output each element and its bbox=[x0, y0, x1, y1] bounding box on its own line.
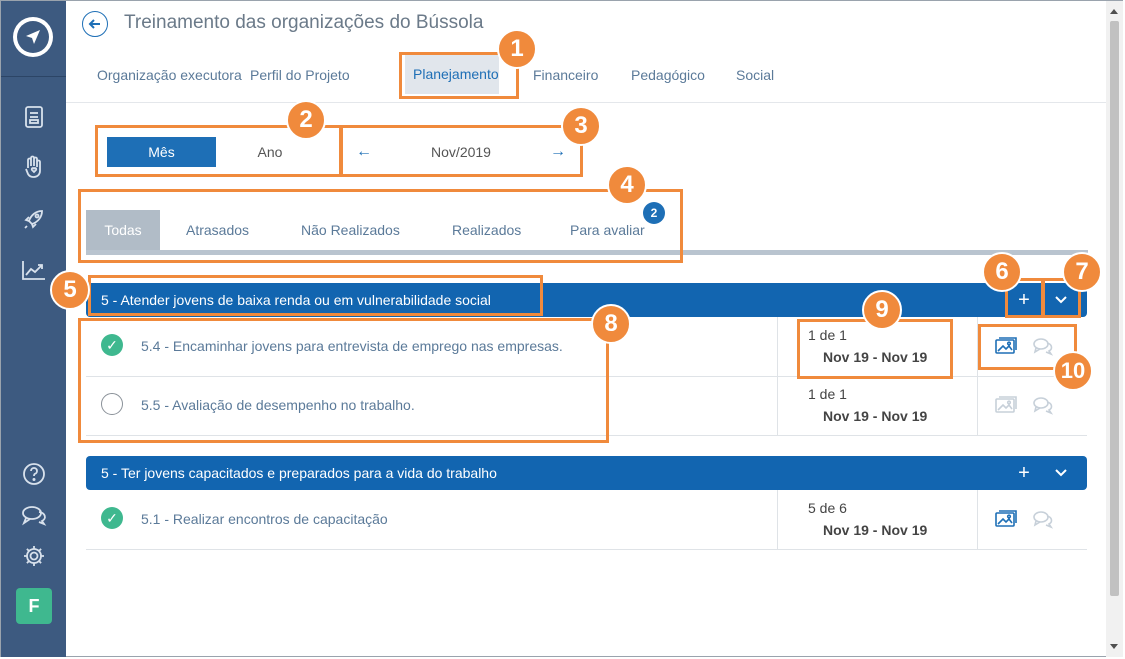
annotation-number: 8 bbox=[591, 304, 631, 344]
nav-tabs: Organização executora Perfil do Projeto … bbox=[66, 50, 1106, 103]
task-count: 5 de 6 bbox=[808, 500, 847, 516]
task-label[interactable]: 5.1 - Realizar encontros de capacitação bbox=[141, 511, 388, 527]
scroll-down-arrow-icon[interactable] bbox=[1110, 644, 1118, 649]
task-date-range: Nov 19 - Nov 19 bbox=[823, 408, 928, 424]
task-done-check-icon[interactable]: ✓ bbox=[101, 507, 123, 529]
rocket-icon[interactable] bbox=[21, 206, 47, 232]
task-row[interactable]: ✓ 5.1 - Realizar encontros de capacitaçã… bbox=[86, 490, 1087, 550]
annotation-number: 4 bbox=[607, 165, 647, 205]
task-count: 1 de 1 bbox=[808, 386, 847, 402]
scroll-thumb[interactable] bbox=[1110, 21, 1119, 596]
sidebar: F bbox=[1, 1, 66, 657]
tab-social[interactable]: Social bbox=[736, 67, 774, 83]
task-date-range: Nov 19 - Nov 19 bbox=[823, 522, 928, 538]
image-gallery-icon[interactable] bbox=[995, 508, 1017, 530]
tab-financeiro[interactable]: Financeiro bbox=[533, 67, 598, 83]
gear-icon[interactable] bbox=[21, 543, 47, 569]
expand-chevron-down-icon[interactable] bbox=[1043, 456, 1079, 490]
comment-icon[interactable] bbox=[1032, 394, 1054, 416]
annotation-number: 1 bbox=[497, 29, 537, 69]
goal-title: 5 - Ter jovens capacitados e preparados … bbox=[101, 465, 497, 481]
annotation-number: 10 bbox=[1053, 351, 1093, 391]
annotation-number: 7 bbox=[1062, 252, 1102, 292]
annotation-box bbox=[88, 275, 543, 316]
tab-pedagogico[interactable]: Pedagógico bbox=[631, 67, 705, 83]
avatar[interactable]: F bbox=[16, 588, 52, 624]
annotation-number: 5 bbox=[50, 270, 90, 310]
chat-icon[interactable] bbox=[21, 502, 47, 528]
annotation-number: 2 bbox=[286, 100, 326, 140]
chart-line-icon[interactable] bbox=[21, 257, 47, 283]
back-button[interactable] bbox=[82, 11, 108, 37]
annotation-number: 3 bbox=[561, 106, 601, 146]
compass-logo-icon[interactable] bbox=[13, 17, 53, 57]
tab-perfil-do-projeto[interactable]: Perfil do Projeto bbox=[250, 67, 350, 83]
help-icon[interactable] bbox=[21, 461, 47, 487]
annotation-box bbox=[78, 318, 609, 443]
add-task-plus-icon[interactable]: + bbox=[1006, 456, 1042, 490]
annotation-number: 9 bbox=[862, 290, 902, 330]
image-gallery-icon[interactable] bbox=[995, 394, 1017, 416]
scroll-up-arrow-icon[interactable] bbox=[1110, 9, 1118, 14]
annotation-number: 6 bbox=[982, 252, 1022, 292]
comment-icon[interactable] bbox=[1032, 508, 1054, 530]
page-title: Treinamento das organizações do Bússola bbox=[124, 12, 484, 33]
scrollbar[interactable] bbox=[1106, 1, 1123, 657]
tab-organizacao-executora[interactable]: Organização executora bbox=[97, 67, 242, 83]
annotation-box bbox=[78, 189, 683, 263]
hand-heart-icon[interactable] bbox=[21, 154, 47, 180]
annotation-box bbox=[340, 125, 583, 177]
document-icon[interactable] bbox=[21, 104, 47, 130]
goal-header[interactable]: 5 - Ter jovens capacitados e preparados … bbox=[86, 456, 1087, 490]
